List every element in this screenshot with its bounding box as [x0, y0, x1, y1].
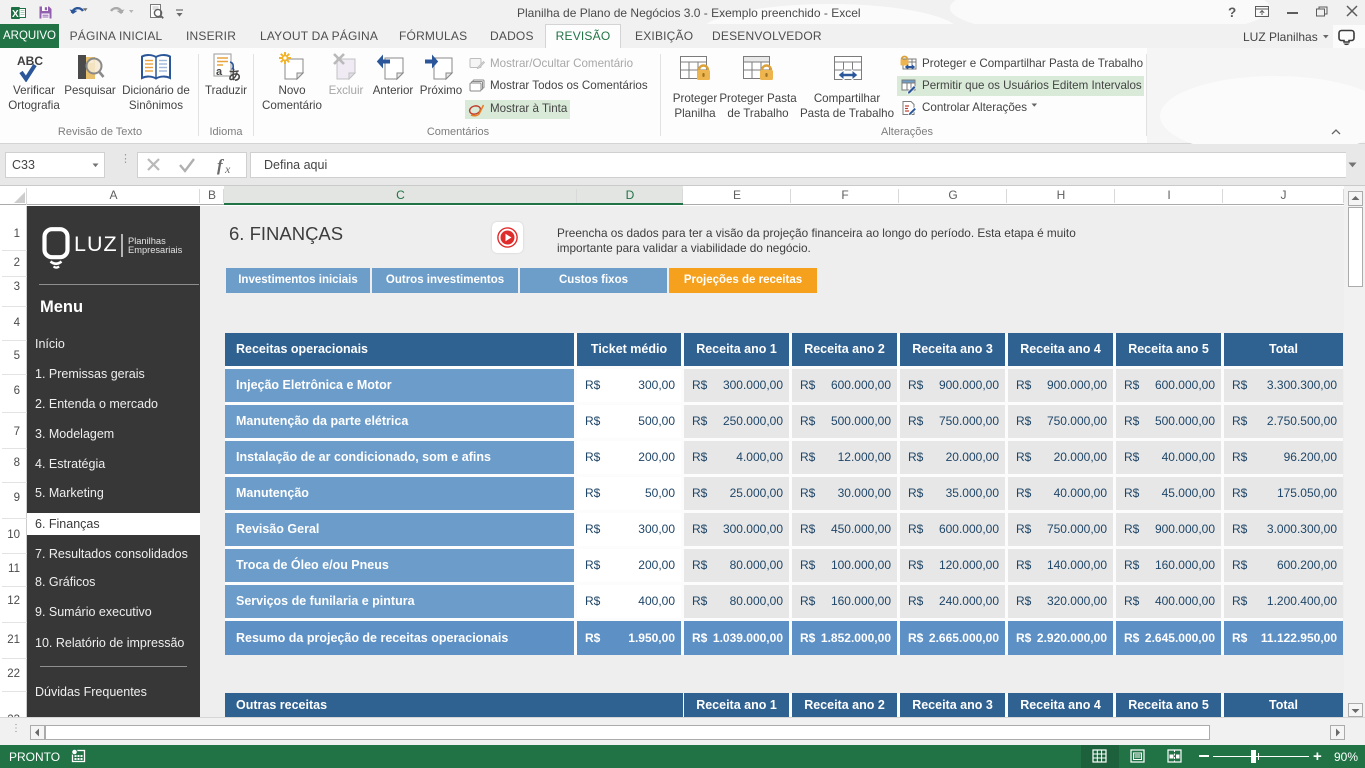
svg-text:ABC: ABC [17, 54, 43, 68]
svg-text:x: x [224, 162, 231, 176]
svg-text:あ: あ [228, 68, 241, 83]
svg-text:a: a [216, 66, 223, 78]
svg-text:X: X [12, 9, 19, 20]
svg-text:f: f [217, 156, 225, 175]
